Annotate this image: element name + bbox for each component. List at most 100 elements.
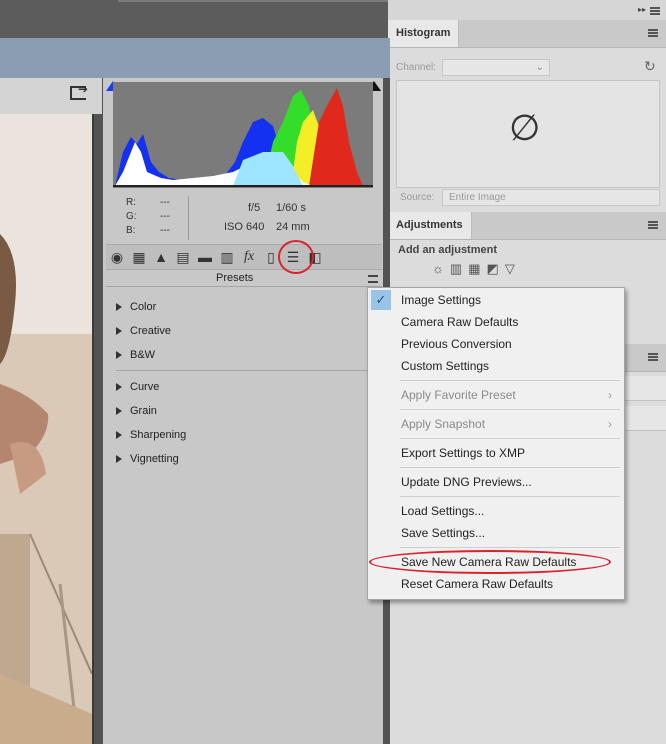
detail-tab-icon[interactable]: ▲	[150, 245, 172, 269]
basic-tab-icon[interactable]: ◉	[106, 245, 128, 269]
histogram-panel-header: Histogram	[388, 20, 666, 48]
preset-group-bw[interactable]: B&W	[116, 349, 155, 361]
channel-label: Channel:	[396, 62, 437, 73]
no-histogram-icon: ∅	[509, 107, 541, 148]
preset-group-grain[interactable]: Grain	[116, 405, 157, 417]
source-select[interactable]: Entire Image	[442, 189, 660, 206]
rgb-readout-b-label: B:	[126, 225, 136, 236]
rgb-readout-r-label: R:	[126, 197, 136, 208]
expand-triangle-icon	[116, 455, 122, 464]
histogram-display: ∅	[396, 80, 660, 188]
presets-menu-icon[interactable]	[368, 275, 378, 283]
panel-tabs-row: ◉ ▦ ▲ ▤ ▬ ▥ fx ▯ ☰ ◧	[106, 244, 382, 270]
lens-corrections-tab-icon[interactable]: ▥	[216, 245, 238, 269]
rgb-readout-g-value: ---	[160, 211, 170, 222]
preset-group-label: Vignetting	[130, 453, 179, 465]
channel-select[interactable]: ⌄	[442, 59, 550, 76]
preset-group-creative[interactable]: Creative	[116, 325, 171, 337]
histogram-graph	[113, 88, 373, 187]
adjustments-panel-header: Adjustments	[388, 212, 666, 240]
photo-preview[interactable]	[0, 114, 94, 744]
expand-triangle-icon	[116, 407, 122, 416]
preset-group-label: Curve	[130, 381, 160, 393]
rgb-readout-r-value: ---	[160, 197, 170, 208]
menu-item-apply-snapshot[interactable]: Apply Snapshot ›	[368, 413, 624, 435]
add-adjustment-label: Add an adjustment	[398, 244, 498, 256]
exposure-icon[interactable]: ◩	[487, 261, 505, 276]
presets-title: Presets	[216, 272, 254, 284]
menu-item-update-dng-previews[interactable]: Update DNG Previews...	[368, 471, 624, 493]
preset-group-label: Sharpening	[130, 429, 187, 441]
refresh-icon[interactable]: ↻	[644, 58, 656, 75]
preset-group-label: Grain	[130, 405, 157, 417]
collapse-arrows-icon[interactable]: ▸▸	[638, 5, 646, 14]
tab-adjustments[interactable]: Adjustments	[388, 212, 472, 239]
presets-tab-highlight	[278, 240, 314, 274]
menu-item-reset-camera-raw-defaults[interactable]: Reset Camera Raw Defaults	[368, 573, 624, 595]
menu-item-apply-favorite-preset[interactable]: Apply Favorite Preset ›	[368, 384, 624, 406]
photoshop-workspace-top	[0, 0, 388, 38]
vibrance-icon[interactable]: ▽	[505, 261, 521, 276]
menu-item-load-settings[interactable]: Load Settings...	[368, 500, 624, 522]
adjustment-icons-row: ☼▥▦◩▽	[432, 261, 521, 277]
menu-separator	[400, 547, 620, 548]
menu-item-image-settings[interactable]: ✓ Image Settings	[368, 289, 624, 311]
iso-value: ISO 640	[224, 221, 265, 233]
brightness-icon[interactable]: ☼	[432, 261, 450, 276]
effects-tab-icon[interactable]: fx	[238, 245, 260, 269]
tab-histogram[interactable]: Histogram	[388, 20, 460, 47]
readout-divider	[188, 196, 189, 240]
save-defaults-highlight	[369, 550, 611, 574]
preset-group-color[interactable]: Color	[116, 301, 156, 313]
split-toning-tab-icon[interactable]: ▬	[194, 245, 216, 269]
menu-item-previous-conversion[interactable]: Previous Conversion	[368, 333, 624, 355]
expand-triangle-icon	[116, 431, 122, 440]
curves-icon[interactable]: ▦	[468, 261, 486, 276]
panel-menu-icon[interactable]	[650, 7, 660, 15]
workspace-divider	[118, 0, 388, 2]
panel-dock-top-strip: ▸▸	[388, 0, 666, 21]
aperture-value: f/5	[248, 202, 261, 214]
source-value: Entire Image	[449, 192, 506, 203]
rgb-readout-g-label: G:	[126, 211, 137, 222]
menu-separator	[400, 438, 620, 439]
preset-group-label: Creative	[130, 325, 171, 337]
layers-panel-menu-icon[interactable]	[648, 353, 658, 361]
checkmark-icon: ✓	[371, 290, 391, 310]
photo-preview-image	[0, 114, 92, 744]
menu-separator	[400, 496, 620, 497]
preset-group-sharpening[interactable]: Sharpening	[116, 429, 186, 441]
panel-row	[622, 376, 666, 401]
submenu-chevron-icon: ›	[608, 388, 612, 402]
adjustments-panel-menu-icon[interactable]	[648, 221, 658, 229]
rgb-readout-b-value: ---	[160, 225, 170, 236]
expand-triangle-icon	[116, 383, 122, 392]
menu-separator	[400, 409, 620, 410]
chevron-down-icon: ⌄	[535, 62, 544, 73]
camera-raw-title-bar[interactable]	[0, 38, 390, 78]
presets-divider	[116, 370, 378, 371]
fullscreen-toggle-icon[interactable]: ➔	[70, 82, 88, 100]
menu-item-save-settings[interactable]: Save Settings...	[368, 522, 624, 544]
expand-triangle-icon	[116, 327, 122, 336]
menu-separator	[400, 380, 620, 381]
levels-icon[interactable]: ▥	[450, 261, 468, 276]
menu-separator	[400, 467, 620, 468]
expand-triangle-icon	[116, 303, 122, 312]
hsl-tab-icon[interactable]: ▤	[172, 245, 194, 269]
camera-raw-toolbar: ➔	[0, 78, 102, 114]
preset-group-label: B&W	[130, 349, 156, 361]
submenu-chevron-icon: ›	[608, 417, 612, 431]
presets-header-divider	[106, 286, 382, 287]
source-label: Source:	[400, 192, 435, 203]
menu-item-export-settings-to-xmp[interactable]: Export Settings to XMP	[368, 442, 624, 464]
camera-raw-histogram	[113, 82, 373, 188]
menu-item-camera-raw-defaults[interactable]: Camera Raw Defaults	[368, 311, 624, 333]
histogram-panel-menu-icon[interactable]	[648, 29, 658, 37]
menu-item-custom-settings[interactable]: Custom Settings	[368, 355, 624, 377]
tone-curve-tab-icon[interactable]: ▦	[128, 245, 150, 269]
shutter-value: 1/60 s	[276, 202, 306, 214]
preset-group-label: Color	[130, 301, 157, 313]
preset-group-vignetting[interactable]: Vignetting	[116, 453, 179, 465]
preset-group-curve[interactable]: Curve	[116, 381, 159, 393]
